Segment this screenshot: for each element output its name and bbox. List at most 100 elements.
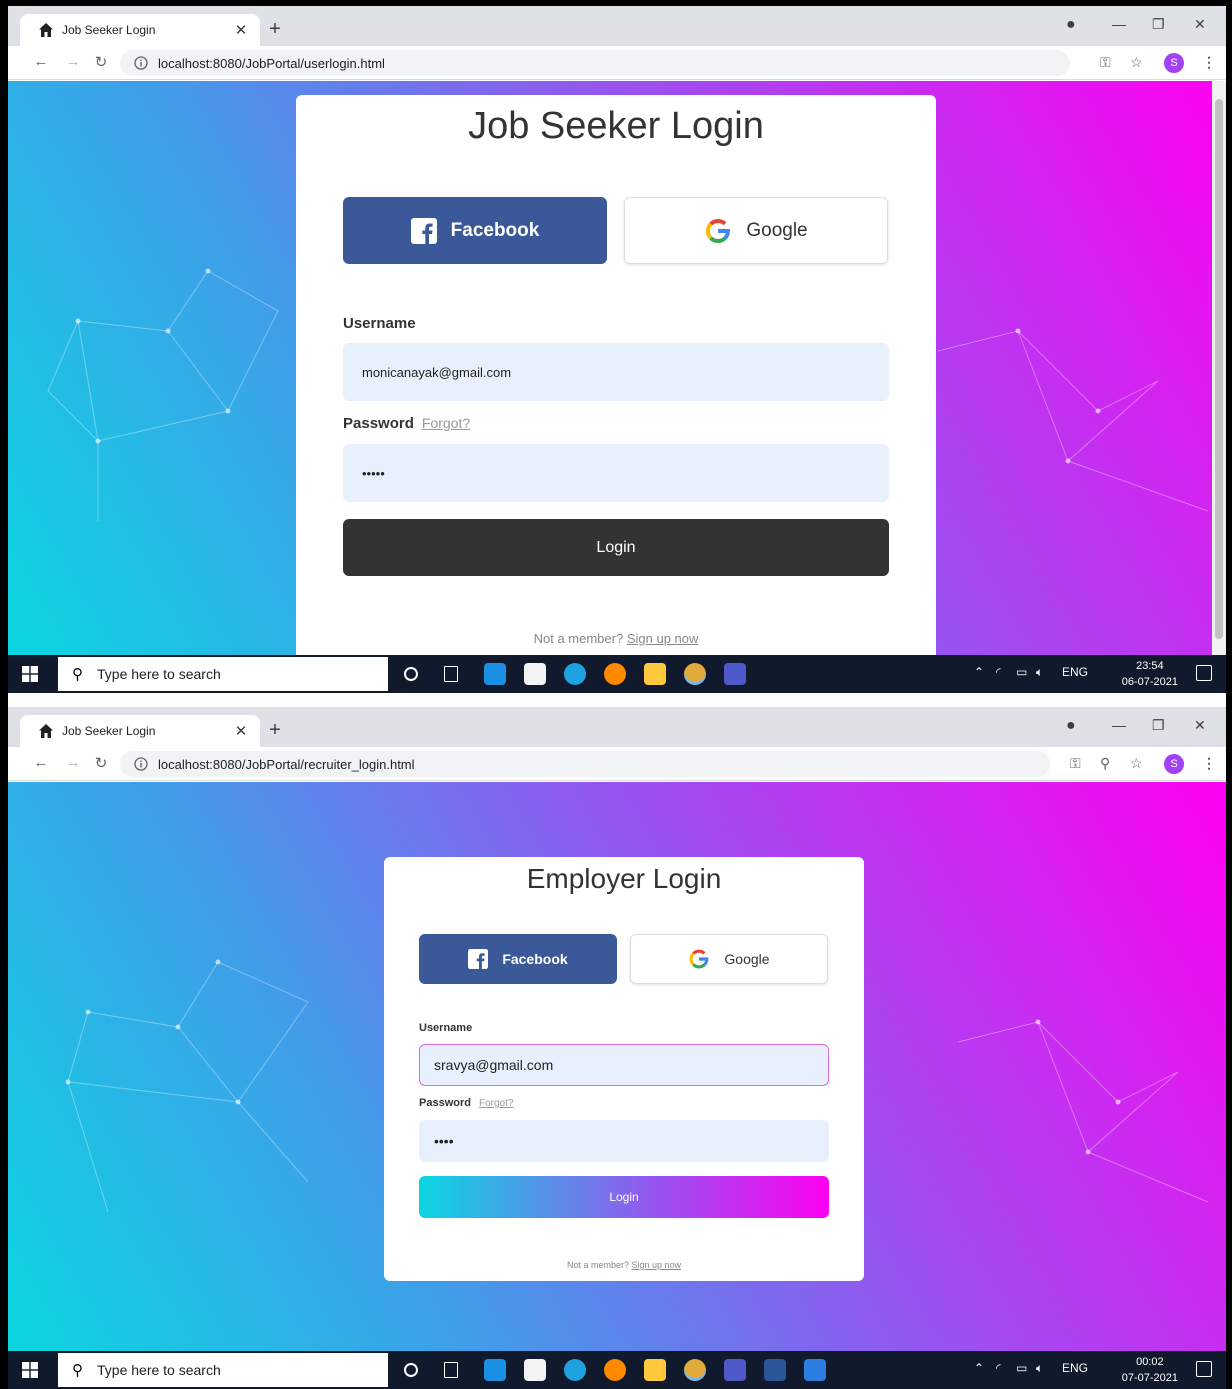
signup-link[interactable]: Sign up now <box>632 1260 682 1270</box>
tab-title: Job Seeker Login <box>62 23 156 37</box>
taskbar-search[interactable]: ⚲ Type here to search <box>58 1353 388 1387</box>
new-tab-icon[interactable]: + <box>266 18 284 41</box>
notification-icon[interactable] <box>1196 1361 1212 1377</box>
username-input[interactable]: sravya@gmail.com <box>419 1044 829 1086</box>
back-icon[interactable]: ← <box>32 53 50 70</box>
teams-icon[interactable] <box>724 1359 746 1381</box>
screenshot-employer: Job Seeker Login ✕ + ● — ❐ ✕ ← → ↻ local… <box>8 707 1226 1389</box>
facebook-icon <box>468 949 489 969</box>
url-field[interactable]: localhost:8080/JobPortal/recruiter_login… <box>120 751 1050 777</box>
new-tab-icon[interactable]: + <box>266 719 284 742</box>
forward-icon[interactable]: → <box>64 53 82 70</box>
store-icon[interactable] <box>524 1359 546 1381</box>
chrome-icon[interactable] <box>684 663 706 685</box>
reload-icon[interactable]: ↻ <box>92 53 110 71</box>
info-icon <box>134 56 148 70</box>
taskbar-search[interactable]: ⚲ Type here to search <box>58 657 388 691</box>
url-text: localhost:8080/JobPortal/recruiter_login… <box>158 756 415 772</box>
tab-close-icon[interactable]: ✕ <box>232 21 250 39</box>
store-icon[interactable] <box>524 663 546 685</box>
username-input[interactable]: monicanayak@gmail.com <box>343 343 889 401</box>
wifi-icon[interactable]: ◜ <box>996 665 1001 679</box>
avatar[interactable]: S <box>1164 754 1184 774</box>
search-icon: ⚲ <box>72 1362 83 1379</box>
info-icon <box>134 757 148 771</box>
tor-icon[interactable] <box>604 663 626 685</box>
taskbar: ⚲ Type here to search ⌃ ◜ ▭ 🔈︎ ENG 00:02… <box>8 1351 1226 1389</box>
volume-icon[interactable]: 🔈︎ <box>1036 1361 1043 1376</box>
battery-icon[interactable]: ▭ <box>1016 665 1027 679</box>
tray-chevron-icon[interactable]: ⌃ <box>974 1361 984 1375</box>
restore-icon[interactable]: ❐ <box>1152 717 1165 734</box>
forgot-password-link[interactable]: Forgot? <box>479 1098 513 1109</box>
scrollbar[interactable] <box>1212 81 1226 655</box>
signup-link[interactable]: Sign up now <box>627 631 699 646</box>
login-button[interactable]: Login <box>343 519 889 576</box>
minimize-icon[interactable]: — <box>1112 717 1126 733</box>
cortana-icon[interactable] <box>404 667 418 681</box>
wifi-icon[interactable]: ◜ <box>996 1361 1001 1375</box>
chrome-icon[interactable] <box>684 1359 706 1381</box>
volume-icon[interactable]: 🔈︎ <box>1036 665 1043 680</box>
menu-dots-icon[interactable]: ⋮ <box>1202 755 1216 772</box>
language-indicator[interactable]: ENG <box>1062 665 1088 679</box>
file-explorer-icon[interactable] <box>644 1359 666 1381</box>
browser-tab[interactable]: Job Seeker Login ✕ <box>20 14 260 46</box>
tab-close-icon[interactable]: ✕ <box>232 722 250 740</box>
password-input[interactable]: •••• <box>419 1120 829 1162</box>
file-explorer-icon[interactable] <box>644 663 666 685</box>
profile-menu-icon[interactable]: ● <box>1066 717 1076 735</box>
page-title: Job Seeker Login <box>468 105 764 147</box>
star-icon[interactable]: ☆ <box>1130 755 1143 772</box>
profile-menu-icon[interactable]: ● <box>1066 16 1076 34</box>
menu-dots-icon[interactable]: ⋮ <box>1202 54 1216 71</box>
close-window-icon[interactable]: ✕ <box>1194 717 1206 734</box>
browser-tab[interactable]: Job Seeker Login ✕ <box>20 715 260 747</box>
key-icon[interactable]: ⚿ <box>1070 755 1081 772</box>
password-input[interactable]: ••••• <box>343 444 889 502</box>
google-label: Google <box>746 219 808 241</box>
edge-icon[interactable] <box>564 663 586 685</box>
google-login-button[interactable]: Google <box>630 934 828 984</box>
clock[interactable]: 23:54 06-07-2021 <box>1122 658 1178 690</box>
signup-prompt: Not a member? Sign up now <box>296 631 936 646</box>
battery-icon[interactable]: ▭ <box>1016 1361 1027 1375</box>
key-icon[interactable]: ⚿ <box>1100 54 1111 71</box>
forgot-password-link[interactable]: Forgot? <box>422 415 470 431</box>
clock[interactable]: 00:02 07-07-2021 <box>1122 1354 1178 1386</box>
photos-icon[interactable] <box>804 1359 826 1381</box>
avatar[interactable]: S <box>1164 53 1184 73</box>
tor-icon[interactable] <box>604 1359 626 1381</box>
back-icon[interactable]: ← <box>32 754 50 771</box>
star-icon[interactable]: ☆ <box>1130 54 1143 71</box>
windows-start-icon[interactable] <box>22 1362 38 1378</box>
zoom-icon[interactable]: ⚲ <box>1100 755 1110 772</box>
scrollbar-thumb[interactable] <box>1215 99 1223 639</box>
teams-icon[interactable] <box>724 663 746 685</box>
notification-icon[interactable] <box>1196 665 1212 681</box>
facebook-login-button[interactable]: Facebook <box>419 934 617 984</box>
url-field[interactable]: localhost:8080/JobPortal/userlogin.html <box>120 50 1070 76</box>
facebook-login-button[interactable]: Facebook <box>343 197 607 264</box>
restore-icon[interactable]: ❐ <box>1152 16 1165 33</box>
address-bar: ← → ↻ localhost:8080/JobPortal/userlogin… <box>8 46 1226 80</box>
word-icon[interactable] <box>764 1359 786 1381</box>
edge-icon[interactable] <box>564 1359 586 1381</box>
task-view-icon[interactable] <box>444 1362 458 1378</box>
cortana-icon[interactable] <box>404 1363 418 1377</box>
google-login-button[interactable]: Google <box>624 197 888 264</box>
reload-icon[interactable]: ↻ <box>92 754 110 772</box>
password-value: ••••• <box>362 465 385 481</box>
tray-chevron-icon[interactable]: ⌃ <box>974 665 984 679</box>
login-button[interactable]: Login <box>419 1176 829 1218</box>
forward-icon[interactable]: → <box>64 754 82 771</box>
mail-icon[interactable] <box>484 1359 506 1381</box>
home-icon <box>39 724 53 738</box>
mail-icon[interactable] <box>484 663 506 685</box>
language-indicator[interactable]: ENG <box>1062 1361 1088 1375</box>
minimize-icon[interactable]: — <box>1112 16 1126 32</box>
windows-start-icon[interactable] <box>22 666 38 682</box>
close-window-icon[interactable]: ✕ <box>1194 16 1206 33</box>
task-view-icon[interactable] <box>444 666 458 682</box>
username-value: monicanayak@gmail.com <box>362 364 512 380</box>
